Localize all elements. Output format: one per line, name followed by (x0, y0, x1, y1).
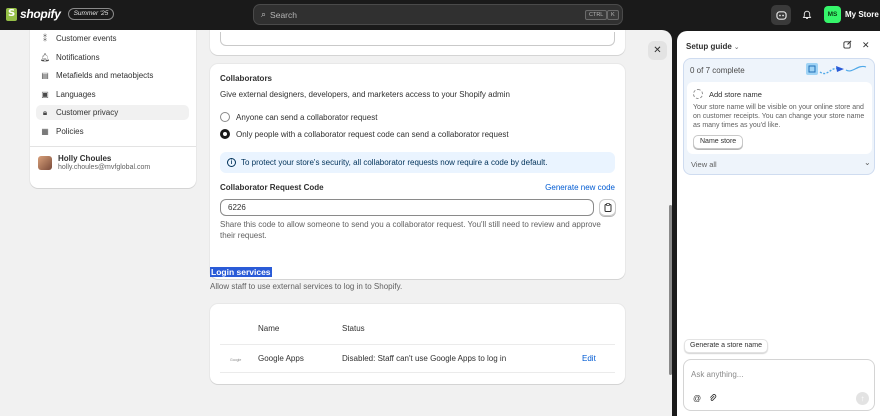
top-bar: shopify Summer '25 ⌕ Search CTRL K MS My… (0, 0, 880, 30)
task-description: Your store name will be visible on your … (693, 104, 865, 129)
column-header-status: Status (342, 324, 365, 333)
guide-illustration (806, 63, 867, 75)
panel-title-text: Setup guide (686, 42, 732, 51)
sidebar-item-policies[interactable]: ▦ Policies (36, 124, 189, 139)
login-services-title: Login services (210, 267, 272, 277)
shopify-logo[interactable]: shopify Summer '25 (6, 7, 115, 21)
search-placeholder: Search (270, 9, 297, 20)
close-button[interactable]: ✕ (648, 41, 667, 60)
language-icon: ▣ (41, 90, 49, 99)
policy-icon: ▦ (41, 127, 49, 136)
sidebar-item-languages[interactable]: ▣ Languages (36, 87, 189, 102)
radio-button[interactable] (220, 112, 230, 122)
chevron-down-icon: ⌄ (733, 44, 740, 51)
edition-badge[interactable]: Summer '25 (67, 8, 115, 20)
radio-anyone[interactable]: Anyone can send a collaborator request (220, 112, 377, 122)
radio-label: Only people with a collaborator request … (236, 129, 509, 139)
code-label: Collaborator Request Code (220, 183, 324, 192)
scrollbar[interactable] (669, 205, 672, 375)
login-services-description: Allow staff to use external services to … (210, 282, 403, 291)
user-account[interactable]: Holly Choules holly.choules@mvfglobal.co… (38, 154, 150, 171)
close-icon: ✕ (653, 45, 662, 56)
sidebar-item-customer-privacy[interactable]: 🔒︎ Customer privacy (36, 105, 189, 120)
mention-icon[interactable]: @ (693, 394, 701, 403)
shopify-bag-icon (6, 7, 17, 21)
store-avatar: MS (824, 6, 841, 23)
events-icon: ⁑ (43, 34, 47, 43)
store-menu[interactable]: MS My Store (824, 6, 879, 23)
banner-text: To protect your store's security, all co… (241, 158, 548, 167)
generate-code-link[interactable]: Generate new code (545, 183, 615, 192)
sidebar-item-label: Notifications (56, 53, 100, 62)
chevron-down-icon[interactable]: ⌄ (864, 158, 871, 167)
view-all-link[interactable]: View all (691, 160, 717, 169)
shortcut-ctrl: CTRL (585, 10, 608, 20)
bell-icon (802, 10, 812, 19)
lock-icon: 🔒︎ (42, 107, 48, 117)
info-icon: i (227, 158, 236, 167)
task-title[interactable]: Add store name (709, 90, 762, 99)
divider (220, 344, 615, 345)
column-header-name: Name (258, 324, 280, 333)
name-store-button[interactable]: Name store (693, 135, 744, 149)
divider (220, 372, 615, 373)
sidebar-item-notifications[interactable]: 🔔︎ Notifications (36, 50, 189, 65)
task-add-store-name: Add store name Your store name will be v… (687, 82, 872, 154)
search-icon: ⌕ (261, 9, 267, 19)
radio-button-selected[interactable] (220, 129, 230, 139)
setup-guide-card: 0 of 7 complete Add store name Your stor… (683, 58, 875, 175)
clipboard-icon (604, 203, 611, 212)
settings-nav: ⁑ Customer events 🔔︎ Notifications ▤ Met… (30, 30, 196, 188)
sidebar-item-label: Metafields and metaobjects (56, 71, 154, 80)
send-button[interactable]: ↑ (856, 392, 869, 405)
main-content: ⁑ Customer events 🔔︎ Notifications ▤ Met… (0, 30, 672, 416)
progress-text: 0 of 7 complete (690, 66, 745, 75)
setup-guide-panel: Setup guide ⌄ ✕ 0 of 7 complete Add store… (677, 31, 880, 416)
compose-icon[interactable] (843, 40, 852, 51)
request-code-field[interactable]: 6226 (220, 199, 594, 216)
service-status: Disabled: Staff can't use Google Apps to… (342, 354, 507, 363)
close-icon[interactable]: ✕ (862, 40, 870, 51)
sidebar-item-label: Customer privacy (56, 108, 119, 117)
brand-name: shopify (20, 7, 61, 21)
suggestion-chip[interactable]: Generate a store name (684, 339, 768, 353)
task-checkbox[interactable] (693, 89, 703, 99)
section-description: Give external designers, developers, and… (220, 90, 510, 99)
previous-section-card (210, 30, 625, 55)
sidebar-item-metafields[interactable]: ▤ Metafields and metaobjects (36, 68, 189, 83)
user-name: Holly Choules (58, 154, 112, 163)
sidebar-item-label: Languages (56, 90, 96, 99)
sidebar-item-label: Policies (56, 127, 84, 136)
sidebar-item-label: Customer events (56, 34, 117, 43)
radio-code-only[interactable]: Only people with a collaborator request … (220, 129, 509, 139)
sidekick-button[interactable] (771, 5, 791, 25)
search-input[interactable]: ⌕ Search CTRL K (253, 4, 623, 25)
section-title: Collaborators (220, 74, 273, 83)
arrow-up-icon: ↑ (860, 394, 865, 403)
database-icon: ▤ (41, 71, 49, 80)
collaborators-card: Collaborators Give external designers, d… (210, 64, 625, 279)
panel-title[interactable]: Setup guide ⌄ (686, 42, 740, 51)
divider (30, 146, 196, 147)
store-name: My Store (845, 10, 879, 19)
shortcut-k: K (607, 10, 619, 20)
copy-button[interactable] (599, 199, 616, 216)
code-help-text: Share this code to allow someone to send… (220, 220, 601, 240)
user-email: holly.choules@mvfglobal.com (58, 164, 151, 171)
attach-icon[interactable] (709, 394, 717, 404)
login-services-card: Name Status Google Google Apps Disabled:… (210, 304, 625, 384)
notifications-button[interactable] (797, 5, 817, 25)
sidekick-icon (775, 10, 787, 20)
previous-field[interactable] (220, 32, 615, 46)
sidebar-item-customer-events[interactable]: ⁑ Customer events (36, 31, 189, 46)
ask-input[interactable]: Ask anything... @ ↑ (683, 359, 875, 411)
service-name: Google Apps (258, 354, 304, 363)
radio-label: Anyone can send a collaborator request (236, 112, 378, 122)
bell-icon: 🔔︎ (40, 53, 51, 62)
google-logo: Google (230, 358, 242, 362)
avatar (38, 156, 52, 170)
info-banner: i To protect your store's security, all … (220, 152, 615, 173)
ask-placeholder: Ask anything... (691, 370, 744, 379)
edit-link[interactable]: Edit (582, 354, 596, 363)
